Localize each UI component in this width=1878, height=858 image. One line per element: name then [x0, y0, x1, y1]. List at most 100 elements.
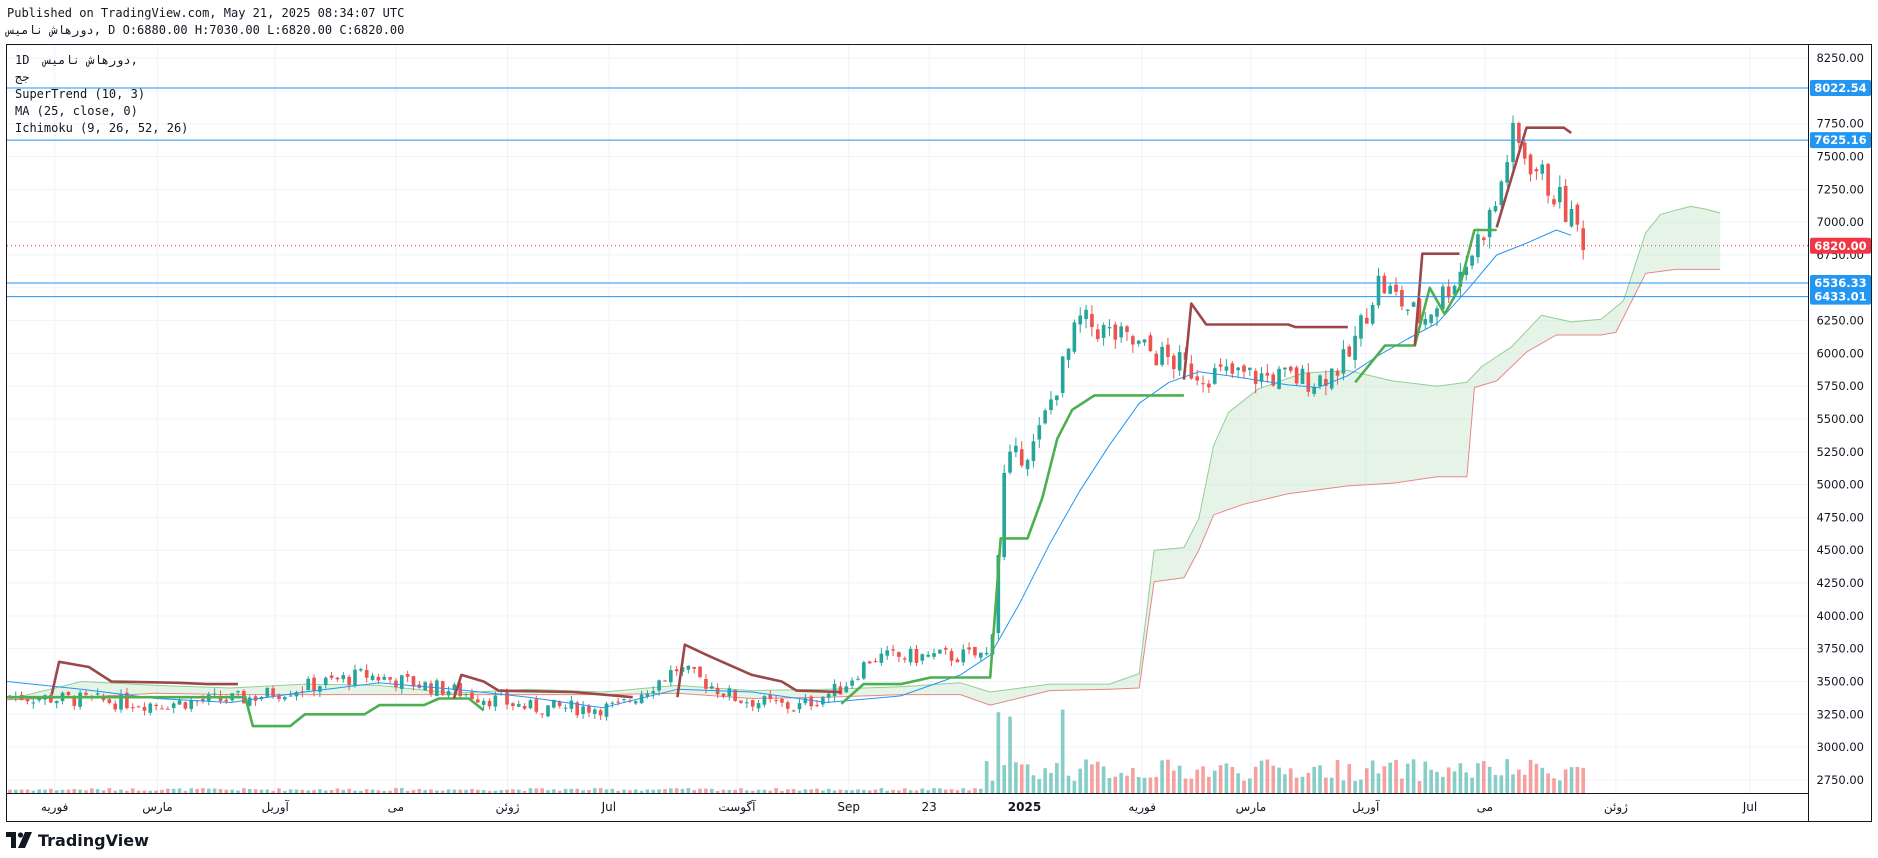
volume-bar [1160, 760, 1164, 793]
legend-ma[interactable]: MA (25, close, 0) [15, 103, 188, 120]
candle-up [528, 700, 533, 709]
candle-down [809, 696, 813, 707]
volume-bar [282, 790, 287, 793]
candle-up [399, 675, 404, 689]
candle-up [546, 705, 550, 717]
volume-bar [955, 790, 960, 793]
candle-down [943, 648, 948, 650]
volume-bar [493, 790, 498, 793]
candle-up [1353, 335, 1357, 360]
price-tick-label: 5250.00 [1816, 445, 1864, 459]
volume-bar [552, 789, 556, 793]
candle-up [1441, 286, 1445, 310]
candle-down [534, 699, 539, 712]
candle-up [908, 648, 913, 663]
volume-bar [1318, 765, 1322, 793]
price-tick-label: 7500.00 [1816, 150, 1864, 164]
candle-up [282, 697, 287, 700]
candle-down [1522, 142, 1527, 159]
candle-down [312, 677, 316, 691]
volume-bar [1072, 780, 1077, 793]
volume-bar [897, 790, 901, 793]
volume-bar [125, 790, 129, 793]
candle-down [967, 647, 971, 650]
volume-bar [1446, 767, 1451, 793]
volume-bar [382, 790, 387, 793]
legend-ichimoku[interactable]: Ichimoku (9, 26, 52, 26) [15, 120, 188, 137]
volume-bar [1458, 763, 1463, 793]
volume-bar [891, 789, 895, 793]
price-tick-label: 2750.00 [1816, 773, 1864, 787]
time-tick-label: آوریل [1352, 799, 1380, 815]
volume-bar [13, 789, 18, 793]
volume-bar [1499, 775, 1504, 793]
volume-bar [487, 790, 492, 793]
volume-bar [1002, 765, 1007, 793]
candle-up [446, 691, 451, 696]
candle-up [1277, 368, 1281, 389]
volume-bar [66, 789, 71, 793]
candle-up [1142, 339, 1147, 343]
tradingview-logo[interactable]: TradingView [6, 828, 149, 852]
volume-bar [1493, 774, 1498, 793]
volume-bar [628, 790, 632, 793]
volume-bar [1364, 768, 1369, 793]
candle-down [271, 688, 275, 698]
legend-symbol[interactable]: 1D دورهاش ناميس, [15, 52, 188, 69]
volume-bar [651, 789, 656, 793]
volume-bar [1236, 773, 1240, 793]
candle-up [686, 665, 691, 670]
candle-up [1557, 186, 1562, 203]
volume-bar [563, 788, 568, 793]
candle-up [1569, 208, 1574, 227]
price-tick-label: 3750.00 [1816, 642, 1864, 656]
candle-down [1201, 383, 1205, 385]
volume-bar [1476, 763, 1480, 793]
candle-up [493, 695, 498, 707]
volume-bar [704, 788, 708, 793]
volume-bar [1248, 778, 1252, 793]
volume-bar [470, 788, 474, 793]
candle-up [1236, 367, 1240, 371]
candle-up [189, 700, 194, 709]
volume-bar [850, 790, 854, 793]
candle-up [1037, 425, 1042, 440]
candle-down [1528, 154, 1533, 175]
volume-bar [1084, 759, 1088, 793]
candle-up [1060, 356, 1065, 393]
volume-bar [709, 788, 714, 793]
volume-bar [511, 789, 515, 793]
volume-bar [359, 790, 363, 793]
volume-bar [1423, 761, 1428, 793]
price-tick-label: 3000.00 [1816, 740, 1864, 754]
time-tick-label: 2025 [1008, 800, 1041, 814]
candle-down [1581, 228, 1586, 251]
volume-bar [1563, 769, 1568, 793]
volume-bar [148, 790, 153, 793]
time-tick-label: فوریه [1128, 800, 1156, 815]
price-chart[interactable]: 2750.00 3000.00 3250.00 3500.00 3750.00 4000.… [0, 0, 1878, 828]
price-axis[interactable]: 2750.00 3000.00 3250.00 3500.00 3750.00 4000.… [1810, 51, 1871, 787]
volume-bar [31, 790, 36, 793]
volume-bar [25, 789, 30, 793]
legend-supertrend[interactable]: SuperTrend (10, 3) [15, 86, 188, 103]
volume-bar [949, 789, 954, 793]
volume-bar [458, 789, 463, 793]
candle-up [885, 650, 890, 656]
candle-down [1546, 163, 1550, 196]
volume-bar [657, 789, 661, 793]
volume-bar [938, 788, 942, 793]
volume-bar [37, 789, 41, 793]
volume-bar [604, 789, 609, 793]
candle-up [1376, 275, 1381, 306]
volume-bar [516, 789, 521, 793]
candle-down [1382, 275, 1387, 294]
candle-up [1212, 368, 1217, 384]
volume-bar [1131, 767, 1135, 793]
volume-bar [920, 788, 925, 793]
candle-down [1347, 346, 1352, 357]
candle-down [692, 667, 697, 669]
candle-up [1072, 322, 1077, 352]
volume-bar [464, 789, 468, 793]
candle-up [1031, 441, 1036, 462]
